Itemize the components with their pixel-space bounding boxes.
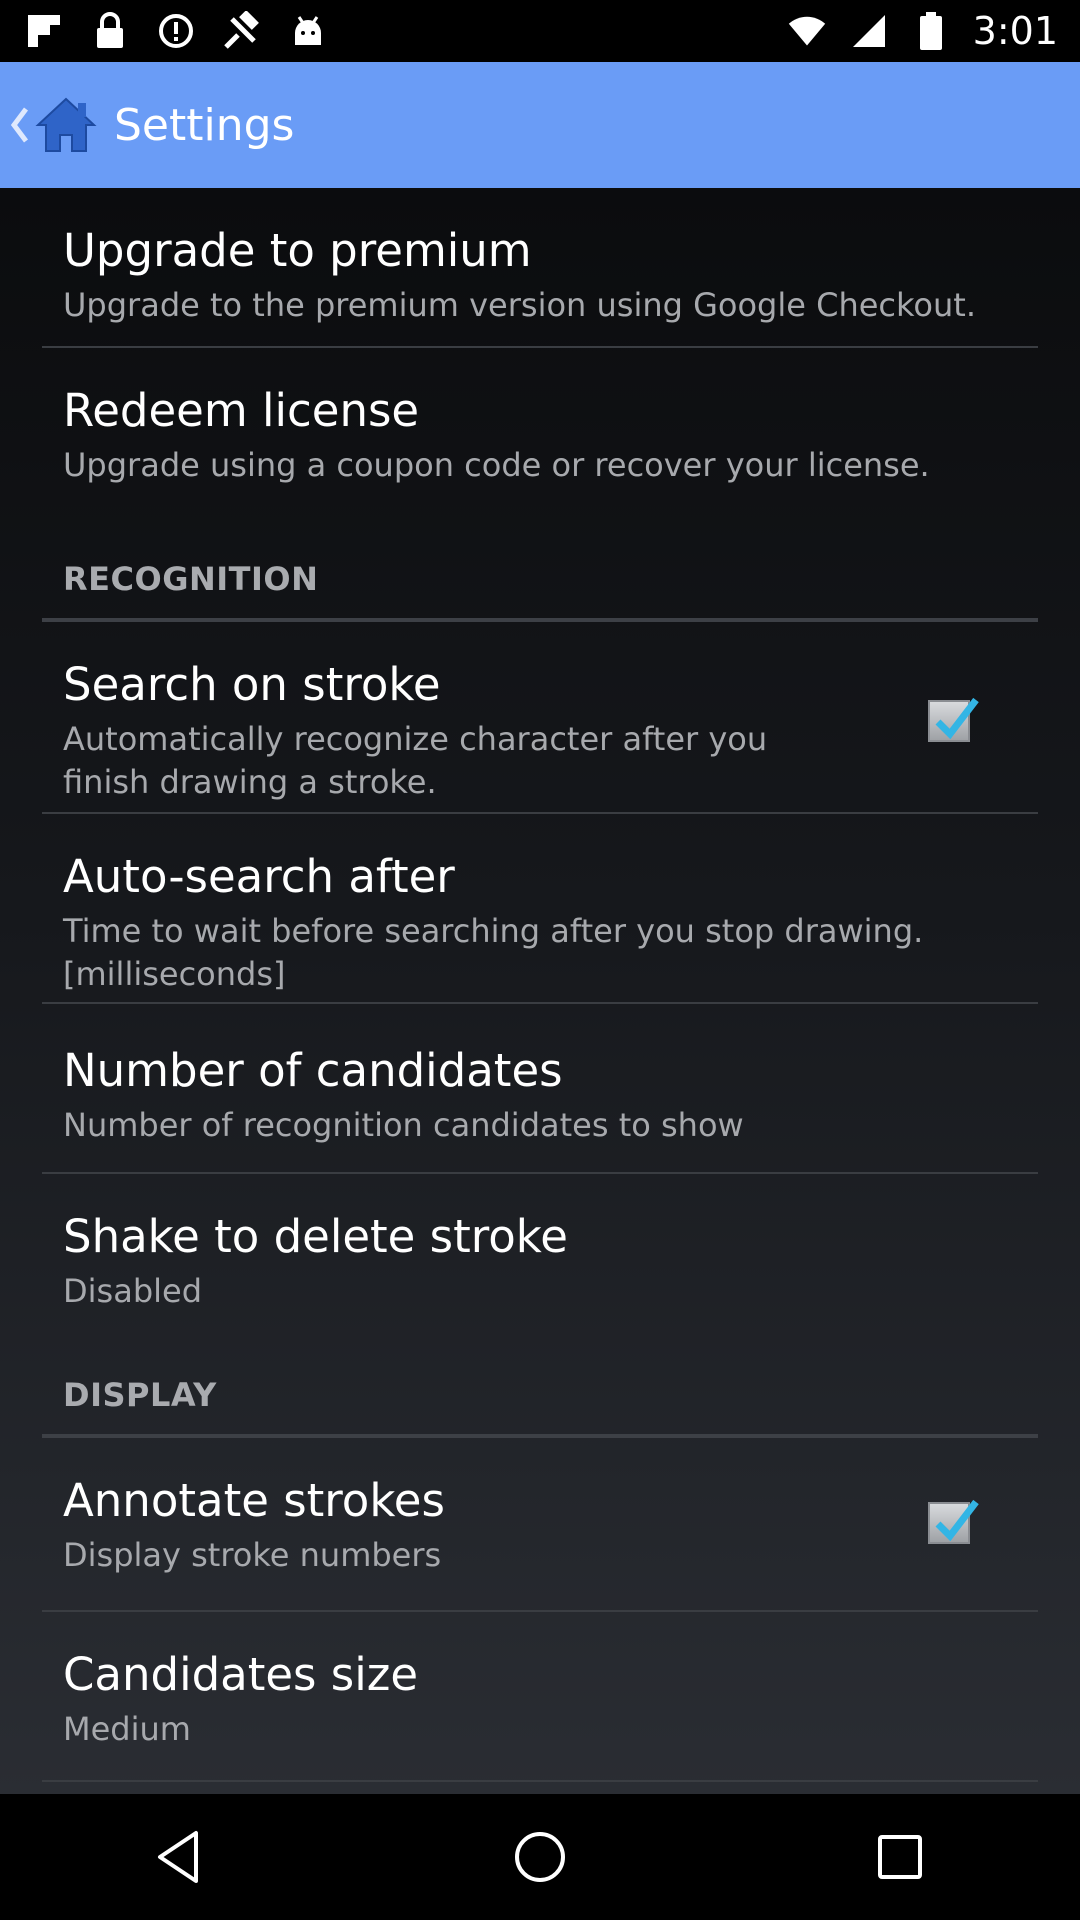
annotate-strokes-checkbox[interactable] <box>928 1499 979 1544</box>
page-title: Settings <box>114 99 295 151</box>
settings-list[interactable]: Upgrade to premium Upgrade to the premiu… <box>0 188 1080 1794</box>
chevron-left-icon[interactable] <box>8 105 30 145</box>
item-title: Search on stroke <box>63 658 441 711</box>
section-header-display: DISPLAY <box>63 1376 217 1414</box>
annotate-strokes-item[interactable]: Annotate strokes Display stroke numbers <box>0 1438 1080 1610</box>
home-icon[interactable] <box>34 95 98 155</box>
section-header-recognition: RECOGNITION <box>63 560 319 598</box>
action-bar: Settings <box>0 62 1080 188</box>
signal-icon <box>849 11 889 51</box>
flipboard-icon <box>24 11 64 51</box>
item-summary: Disabled <box>63 1272 203 1310</box>
candidates-size-item[interactable]: Candidates size Medium <box>0 1612 1080 1780</box>
item-summary: Upgrade using a coupon code or recover y… <box>63 446 930 484</box>
number-of-candidates-item[interactable]: Number of candidates Number of recogniti… <box>0 1004 1080 1172</box>
auto-search-after-item[interactable]: Auto-search after Time to wait before se… <box>0 814 1080 1002</box>
shake-to-delete-stroke-item[interactable]: Shake to delete stroke Disabled <box>0 1174 1080 1332</box>
item-summary: Medium <box>63 1710 191 1748</box>
divider <box>42 1780 1038 1782</box>
navigation-bar <box>0 1794 1080 1920</box>
gps-fake-icon <box>222 11 262 51</box>
item-title: Redeem license <box>63 384 420 437</box>
item-title: Auto-search after <box>63 850 455 903</box>
status-bar: 3:01 <box>0 0 1080 62</box>
home-circle-icon[interactable] <box>490 1807 590 1907</box>
item-title: Shake to delete stroke <box>63 1210 568 1263</box>
android-icon <box>288 11 328 51</box>
item-title: Annotate strokes <box>63 1474 445 1527</box>
battery-icon <box>911 11 951 51</box>
info-icon <box>156 11 196 51</box>
clock: 3:01 <box>972 9 1058 53</box>
item-summary: Time to wait before searching after you … <box>63 912 924 993</box>
item-summary: Display stroke numbers <box>63 1536 442 1574</box>
wifi-icon <box>787 11 827 51</box>
search-on-stroke-item[interactable]: Search on stroke Automatically recognize… <box>0 622 1080 812</box>
lock-icon <box>90 11 130 51</box>
item-title: Number of candidates <box>63 1044 563 1097</box>
item-summary: Number of recognition candidates to show <box>63 1106 744 1144</box>
upgrade-to-premium-item[interactable]: Upgrade to premium Upgrade to the premiu… <box>0 188 1080 346</box>
back-icon[interactable] <box>130 1807 230 1907</box>
search-on-stroke-checkbox[interactable] <box>928 697 979 742</box>
redeem-license-item[interactable]: Redeem license Upgrade using a coupon co… <box>0 348 1080 516</box>
recents-icon[interactable] <box>850 1807 950 1907</box>
item-title: Candidates size <box>63 1648 419 1701</box>
item-summary: Upgrade to the premium version using Goo… <box>63 286 976 324</box>
item-summary: Automatically recognize character after … <box>63 720 768 801</box>
item-title: Upgrade to premium <box>63 224 532 277</box>
